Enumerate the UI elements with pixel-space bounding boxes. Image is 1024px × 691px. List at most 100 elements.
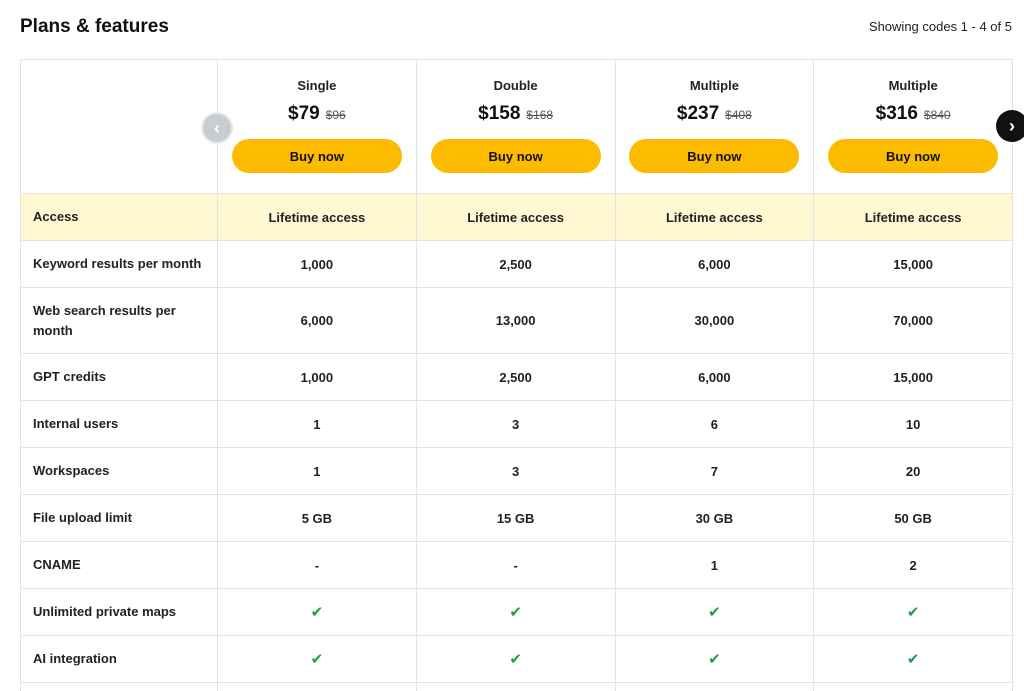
carousel-prev-button[interactable]: ‹	[201, 112, 233, 144]
chevron-left-icon: ‹	[214, 118, 220, 139]
feature-value: 6	[615, 401, 814, 448]
plans-table-container: Single $79 $96 Buy now Double $158 $168 …	[20, 59, 1012, 691]
feature-label: Keyword results per month	[21, 241, 218, 288]
price-line: $237 $408	[616, 103, 814, 129]
feature-value: 10	[814, 401, 1013, 448]
buy-now-button[interactable]: Buy now	[828, 139, 998, 173]
feature-value: 6,000	[615, 241, 814, 288]
check-icon-cell: ✔	[814, 589, 1013, 636]
check-icon-cell: ✔	[416, 589, 615, 636]
feature-label: File upload limit	[21, 495, 218, 542]
feature-value: 6,000	[218, 288, 417, 354]
feature-value: Lifetime access	[814, 194, 1013, 241]
feature-row-web-search-results: Web search results per month 6,000 13,00…	[21, 288, 1013, 354]
plan-card-multiple-2: Multiple $316 $840 Buy now	[814, 60, 1013, 194]
check-icon: ✔	[311, 651, 324, 668]
plan-name: Single	[218, 78, 416, 93]
feature-value: 13,000	[416, 288, 615, 354]
plan-old-price: $840	[924, 108, 951, 122]
feature-value: 7	[615, 448, 814, 495]
feature-label: CNAME	[21, 542, 218, 589]
feature-value: 2,500	[416, 354, 615, 401]
feature-value: 2,500	[416, 241, 615, 288]
feature-value: 1,000	[218, 241, 417, 288]
check-icon-cell: ✔	[218, 636, 417, 683]
plan-card-single: Single $79 $96 Buy now	[218, 60, 417, 194]
plan-name: Double	[417, 78, 615, 93]
feature-value: 20	[814, 448, 1013, 495]
price-line: $158 $168	[417, 103, 615, 129]
check-icon: ✔	[708, 604, 721, 621]
feature-value: 70,000	[814, 288, 1013, 354]
check-icon-cell: ✔	[218, 589, 417, 636]
check-icon-cell: ✔	[416, 636, 615, 683]
feature-row-unlimited-private-maps: Unlimited private maps ✔ ✔ ✔ ✔	[21, 589, 1013, 636]
plan-name: Multiple	[616, 78, 814, 93]
buy-now-button[interactable]: Buy now	[232, 139, 402, 173]
price-line: $316 $840	[814, 103, 1012, 129]
page-title: Plans & features	[20, 16, 169, 38]
plan-old-price: $408	[725, 108, 752, 122]
feature-value: 3	[416, 448, 615, 495]
check-icon-cell: ✔	[615, 589, 814, 636]
plan-price: $316	[876, 103, 918, 125]
feature-value: Lifetime access	[416, 194, 615, 241]
plan-card-multiple: Multiple $237 $408 Buy now	[615, 60, 814, 194]
chevron-right-icon: ›	[1009, 116, 1015, 137]
feature-value: 30,000	[615, 288, 814, 354]
feature-label: GPT credits	[21, 354, 218, 401]
feature-row-keyword-results: Keyword results per month 1,000 2,500 6,…	[21, 241, 1013, 288]
feature-value: 2	[814, 542, 1013, 589]
check-icon-cell: ✔	[814, 636, 1013, 683]
check-icon: ✔	[907, 604, 920, 621]
feature-value: -	[218, 542, 417, 589]
plan-price: $237	[677, 103, 719, 125]
check-icon: ✔	[907, 651, 920, 668]
feature-value: Lifetime access	[615, 194, 814, 241]
feature-value: 1	[218, 448, 417, 495]
feature-value: 1	[615, 542, 814, 589]
plan-price: $79	[288, 103, 320, 125]
plan-name: Multiple	[814, 78, 1012, 93]
check-icon-cell: ✔	[615, 636, 814, 683]
feature-label: Unlimited private maps	[21, 589, 218, 636]
buy-now-button[interactable]: Buy now	[629, 139, 799, 173]
feature-value: 30 GB	[615, 495, 814, 542]
buy-now-button[interactable]: Buy now	[431, 139, 601, 173]
feature-label: Workspaces	[21, 448, 218, 495]
feature-label: Access	[21, 194, 218, 241]
feature-value: 15,000	[814, 241, 1013, 288]
feature-value: -	[416, 542, 615, 589]
feature-label: AI integration	[21, 636, 218, 683]
feature-value: 1	[218, 401, 417, 448]
feature-value: 6,000	[615, 354, 814, 401]
check-icon: ✔	[311, 604, 324, 621]
carousel-next-button[interactable]: ›	[996, 110, 1024, 142]
feature-row-cname: CNAME - - 1 2	[21, 542, 1013, 589]
price-line: $79 $96	[218, 103, 416, 129]
showing-codes-text: Showing codes 1 - 4 of 5	[869, 19, 1012, 34]
feature-label: Internal users	[21, 401, 218, 448]
feature-value: 1,000	[218, 354, 417, 401]
header-empty-cell	[21, 60, 218, 194]
plan-old-price: $168	[526, 108, 553, 122]
plan-old-price: $96	[326, 108, 346, 122]
feature-label: Web search results per month	[21, 288, 218, 354]
feature-row-workspaces: Workspaces 1 3 7 20	[21, 448, 1013, 495]
plans-table: Single $79 $96 Buy now Double $158 $168 …	[20, 59, 1013, 691]
feature-value: Lifetime access	[218, 194, 417, 241]
feature-value: 5 GB	[218, 495, 417, 542]
feature-row-access: Access Lifetime access Lifetime access L…	[21, 194, 1013, 241]
check-icon: ✔	[708, 651, 721, 668]
feature-value: 3	[416, 401, 615, 448]
feature-row-internal-users: Internal users 1 3 6 10	[21, 401, 1013, 448]
feature-value: 15,000	[814, 354, 1013, 401]
check-icon: ✔	[509, 651, 522, 668]
plans-header-row: Single $79 $96 Buy now Double $158 $168 …	[21, 60, 1013, 194]
check-icon: ✔	[509, 604, 522, 621]
plan-price: $158	[478, 103, 520, 125]
feature-row-gpt-credits: GPT credits 1,000 2,500 6,000 15,000	[21, 354, 1013, 401]
feature-row-file-upload-limit: File upload limit 5 GB 15 GB 30 GB 50 GB	[21, 495, 1013, 542]
feature-value: 15 GB	[416, 495, 615, 542]
feature-value: 50 GB	[814, 495, 1013, 542]
